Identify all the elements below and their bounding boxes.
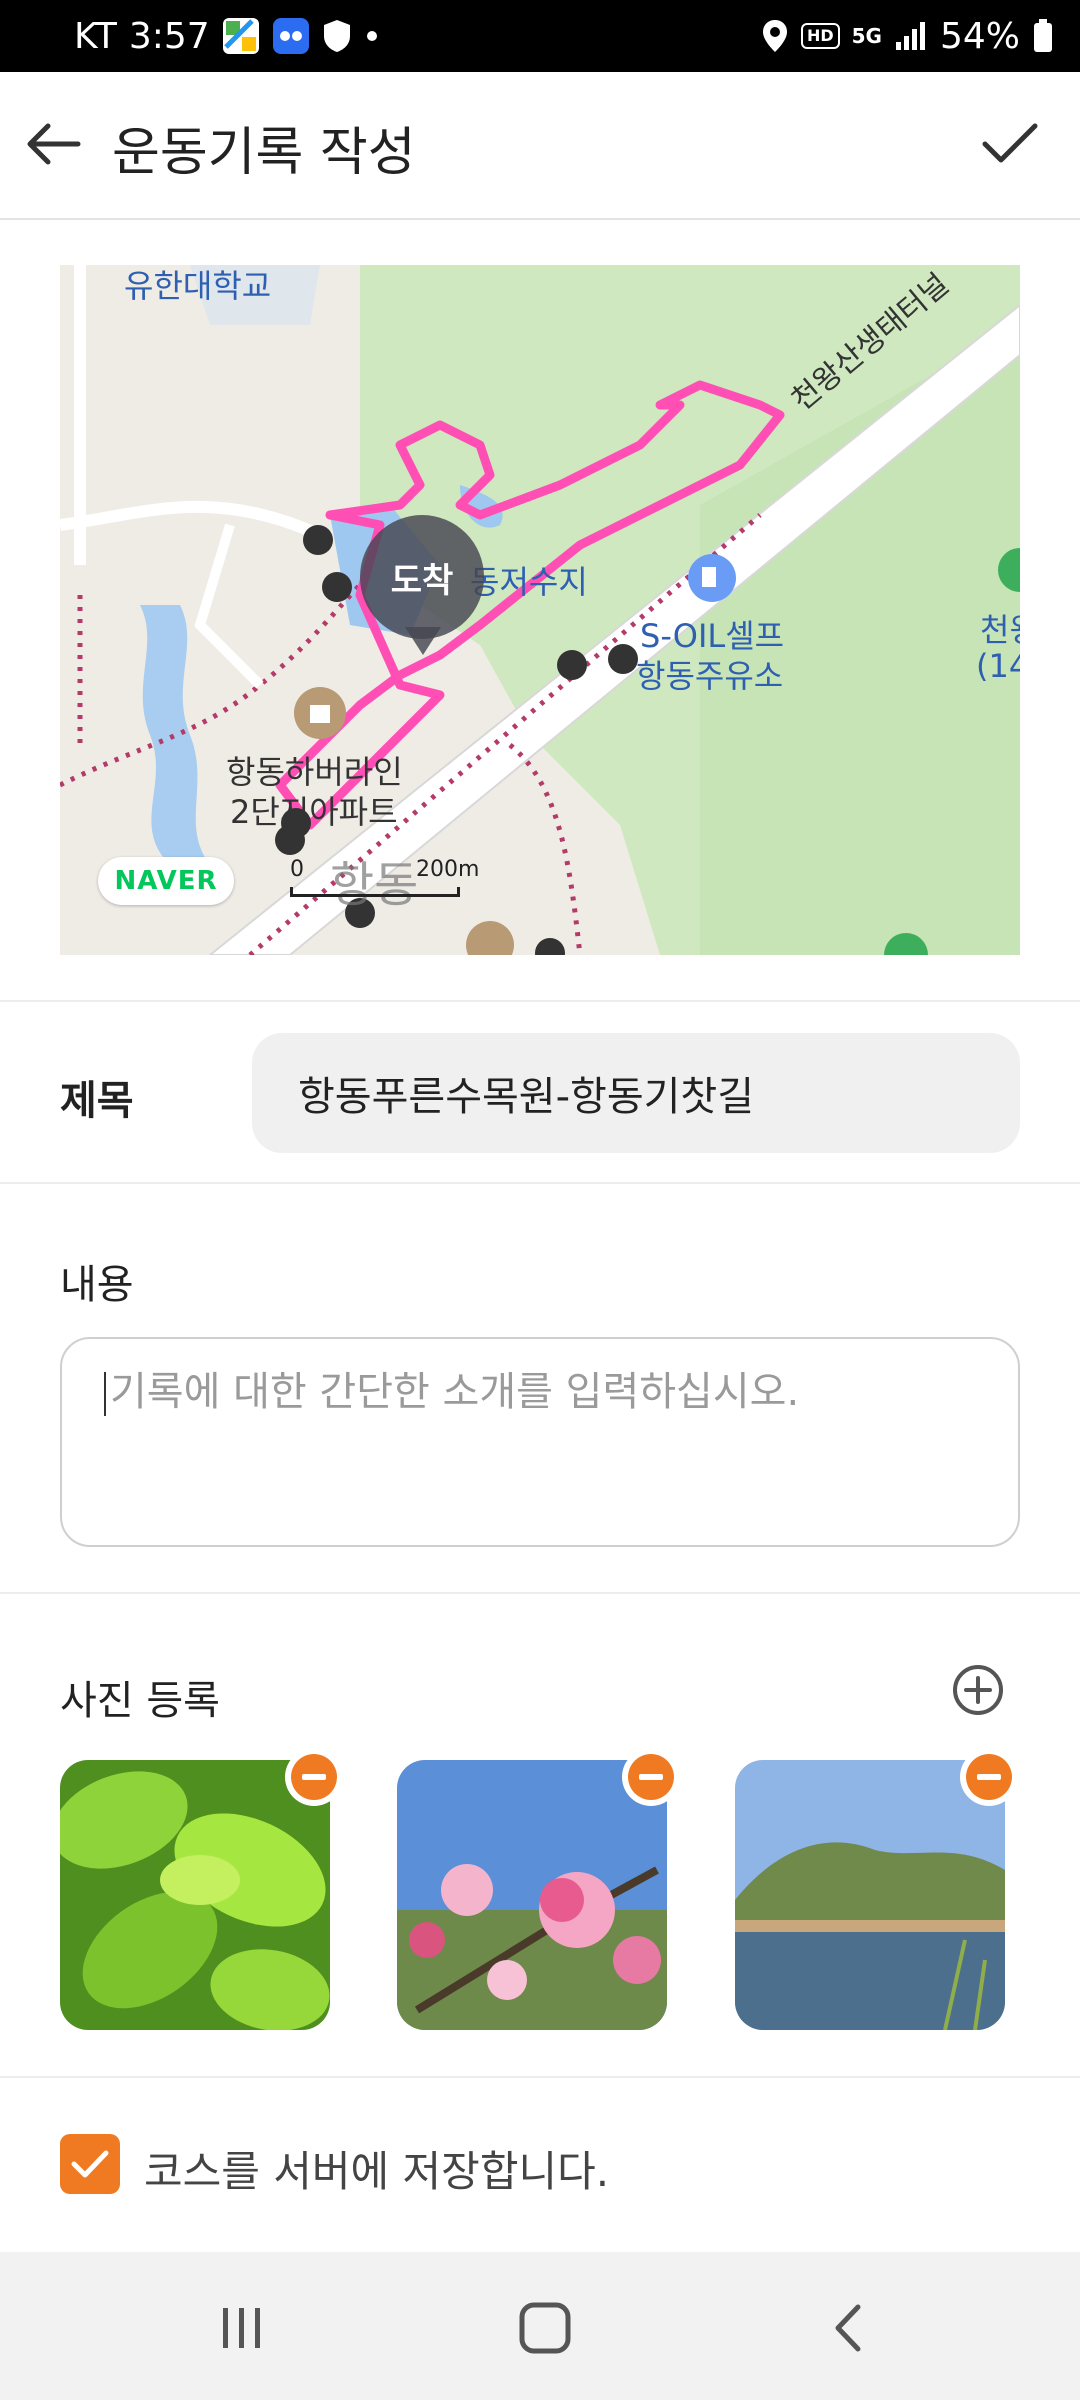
map-label-right-1: 천왕: [980, 611, 1020, 649]
save-course-checkbox[interactable]: [60, 2134, 120, 2194]
map-label-university: 유한대학교: [124, 267, 272, 305]
arrival-marker-tip: [405, 627, 441, 655]
blossom-photo: [397, 1760, 667, 2030]
plus-circle-icon: [953, 1665, 1003, 1715]
arrival-marker: 도착: [360, 515, 484, 639]
map-scale-zero: 0: [290, 857, 304, 882]
divider: [0, 1592, 1080, 1594]
map-label-right-2: (14: [976, 647, 1020, 685]
minus-circle-icon: [628, 1754, 674, 1800]
confirm-button[interactable]: [978, 112, 1042, 176]
content-placeholder: 기록에 대한 간단한 소개를 입력하십시오.: [110, 1369, 800, 1415]
minus-circle-icon: [291, 1754, 337, 1800]
map-scale-bar: [290, 887, 460, 897]
carrier-label: KT: [74, 15, 117, 57]
location-icon: [761, 18, 789, 54]
photo-section-label: 사진 등록: [60, 1678, 220, 1724]
photo-thumbnail[interactable]: [60, 1760, 330, 2030]
system-back-button[interactable]: [808, 2296, 888, 2360]
divider: [0, 2076, 1080, 2078]
battery-percent: 54%: [939, 15, 1020, 57]
content-label: 내용: [60, 1262, 134, 1308]
recent-apps-icon: [223, 2308, 260, 2348]
system-nav-bar: [0, 2252, 1080, 2400]
route-map[interactable]: 유한대학교 천왕산생태터널 동저수지 S-OIL셀프 항동주유소 항동하버라인 …: [60, 265, 1020, 955]
minus-circle-icon: [966, 1754, 1012, 1800]
app-notification-icon: [272, 17, 310, 55]
remove-photo-button[interactable]: [622, 1748, 680, 1806]
photo-thumbnail[interactable]: [735, 1760, 1005, 2030]
map-label-reservoir: 동저수지: [470, 563, 588, 601]
network-type: 5G: [851, 24, 882, 48]
map-label-gas-station-2: 항동주유소: [636, 657, 784, 695]
page-title: 운동기록 작성: [112, 123, 416, 183]
checkmark-icon: [982, 123, 1038, 163]
add-photo-button[interactable]: [952, 1664, 1004, 1716]
text-cursor: [104, 1372, 106, 1416]
arrow-left-icon: [27, 123, 81, 165]
clock: 3:57: [128, 15, 210, 57]
dot-icon: [364, 28, 380, 44]
map-canvas: [60, 265, 1020, 955]
hd-voice-badge: HD: [800, 23, 840, 49]
leaves-photo: [60, 1760, 330, 2030]
recent-apps-button[interactable]: [202, 2296, 282, 2360]
check-icon: [71, 2150, 109, 2178]
lake-photo: [735, 1760, 1005, 2030]
content-textarea[interactable]: 기록에 대한 간단한 소개를 입력하십시오.: [60, 1337, 1020, 1547]
divider: [0, 1182, 1080, 1184]
naver-logo: NAVER: [98, 857, 234, 905]
signal-icon: [894, 20, 928, 52]
app-header: 운동기록 작성: [0, 72, 1080, 220]
home-button[interactable]: [505, 2296, 585, 2360]
remove-photo-button[interactable]: [960, 1748, 1018, 1806]
remove-photo-button[interactable]: [285, 1748, 343, 1806]
status-bar: KT 3:57 HD 5G 54%: [0, 0, 1080, 72]
map-scale-distance: 200m: [416, 857, 480, 882]
title-label: 제목: [60, 1078, 134, 1124]
map-label-apartment-2: 2단지아파트: [230, 793, 398, 831]
title-input[interactable]: 항동푸른수목원-항동기찻길: [252, 1033, 1020, 1153]
map-label-district: 항동: [330, 857, 419, 913]
chevron-left-icon: [835, 2304, 861, 2352]
back-button[interactable]: [22, 112, 86, 176]
shield-icon: [322, 18, 352, 54]
maps-app-icon: [222, 17, 260, 55]
photo-thumbnail[interactable]: [397, 1760, 667, 2030]
divider: [0, 1000, 1080, 1002]
home-icon: [519, 2302, 571, 2354]
battery-icon: [1032, 18, 1054, 54]
save-course-label[interactable]: 코스를 서버에 저장합니다.: [144, 2138, 609, 2199]
